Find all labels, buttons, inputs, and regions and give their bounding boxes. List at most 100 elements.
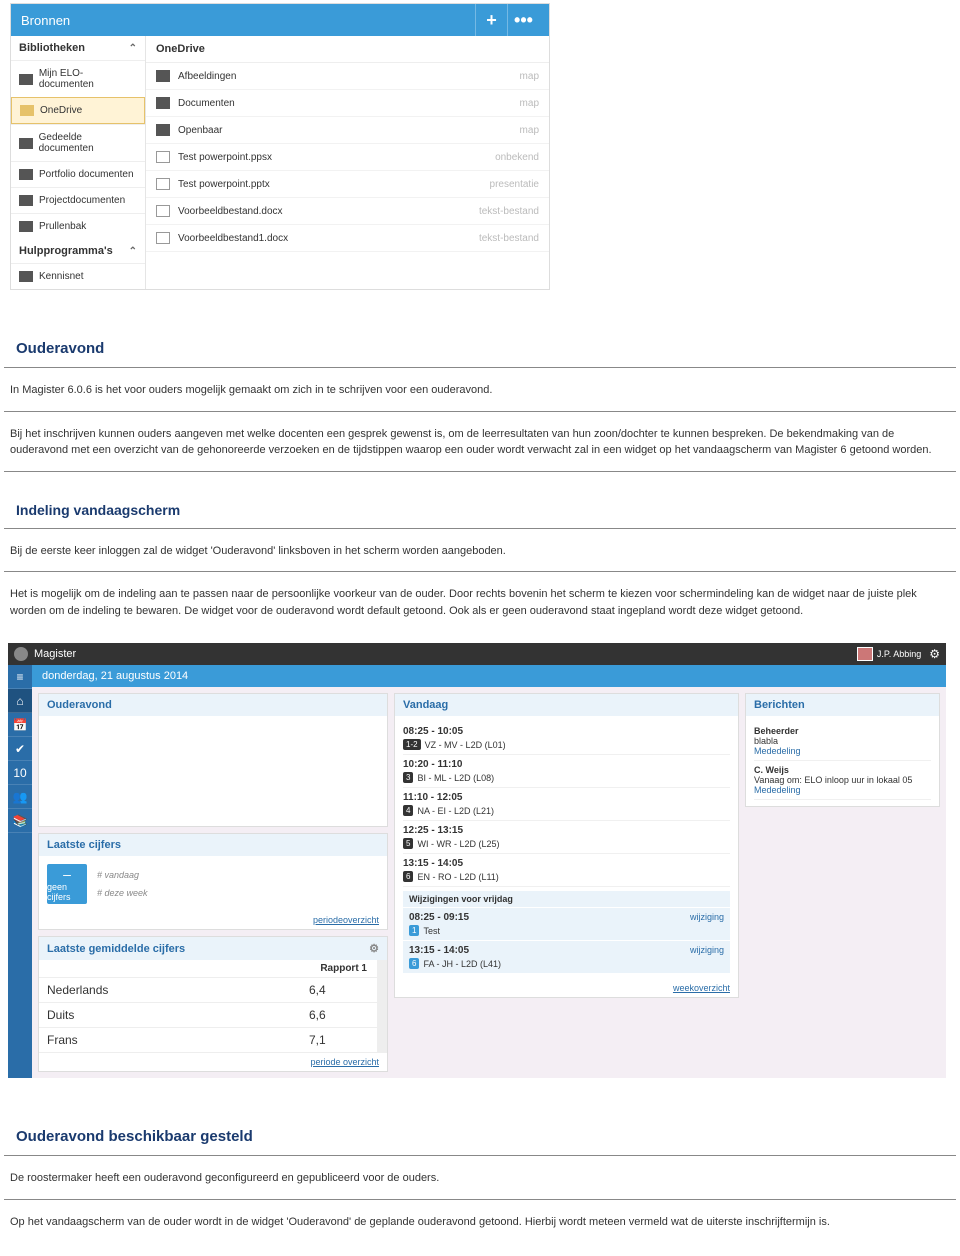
lesson-text: BI - ML - L2D (L08) <box>417 773 494 783</box>
file-icon <box>156 151 170 163</box>
content-row[interactable]: Voorbeeldbestand1.docxtekst-bestand <box>146 225 549 252</box>
wijziging-item[interactable]: 13:15 - 14:056FA - JH - L2D (L41) wijzig… <box>403 940 730 973</box>
bronnen-more-button[interactable]: ••• <box>507 4 539 36</box>
gem-column-header: Rapport 1 <box>39 960 387 978</box>
bronnen-title: Bronnen <box>21 13 475 28</box>
gem-row: Duits6,6 <box>39 1003 387 1028</box>
slot-num: 6 <box>409 958 419 969</box>
wijzigingen-header: Wijzigingen voor vrijdag <box>403 891 730 907</box>
paragraph: Bij het inschrijven kunnen ouders aangev… <box>4 412 956 472</box>
widget-berichten: Berichten Beheerder blabla Mededeling C.… <box>745 693 940 807</box>
content-row[interactable]: Test powerpoint.pptxpresentatie <box>146 171 549 198</box>
lesson-text: NA - EI - L2D (L21) <box>417 806 494 816</box>
lib-header[interactable]: Bibliotheken ⌃ <box>11 36 145 60</box>
nav-home-icon[interactable]: ⌂ <box>8 689 32 713</box>
content-name: Test powerpoint.ppsx <box>178 152 495 163</box>
gear-icon[interactable]: ⚙ <box>369 942 379 955</box>
content-name: Documenten <box>178 98 520 109</box>
content-row[interactable]: Test powerpoint.ppsxonbekend <box>146 144 549 171</box>
magister-topbar: Magister J.P. Abbing ⚙ <box>8 643 946 665</box>
cijfer-tile[interactable]: – geen cijfers <box>47 864 87 904</box>
bronnen-sidebar: Bibliotheken ⌃ Mijn ELO-documenten OneDr… <box>11 36 146 289</box>
folder-icon <box>156 70 170 82</box>
periodeoverzicht-link[interactable]: periodeoverzicht <box>313 915 379 925</box>
slot-num: 1-2 <box>403 739 421 750</box>
bericht-sub: blabla <box>754 736 931 746</box>
content-meta: map <box>520 71 539 82</box>
lesson-time: 12:25 - 13:15 <box>403 825 730 836</box>
wijziging-item[interactable]: 08:25 - 09:151Test wijziging <box>403 907 730 940</box>
lib-header-label: Bibliotheken <box>19 42 85 54</box>
weekoverzicht-link[interactable]: weekoverzicht <box>673 983 730 993</box>
lesson-time: 13:15 - 14:05 <box>409 945 501 956</box>
content-row[interactable]: Documentenmap <box>146 90 549 117</box>
nav-check-icon[interactable]: ✔ <box>8 737 32 761</box>
lesson-time: 13:15 - 14:05 <box>403 858 730 869</box>
gem-row: Nederlands6,4 <box>39 978 387 1003</box>
gem-cijfer: 6,4 <box>309 983 379 997</box>
content-row[interactable]: Afbeeldingenmap <box>146 63 549 90</box>
cijfer-dash: – <box>63 866 71 882</box>
periode-overzicht-link[interactable]: periode overzicht <box>310 1057 379 1067</box>
bericht-item[interactable]: C. Weijs Vanaag om: ELO inloop uur in lo… <box>754 761 931 800</box>
paragraph: Bij de eerste keer inloggen zal de widge… <box>4 529 956 573</box>
lib-item[interactable]: Gedeelde documenten <box>11 124 145 161</box>
paragraph: Het is mogelijk om de indeling aan te pa… <box>4 572 956 631</box>
folder-icon <box>19 221 33 232</box>
app-name: Magister <box>34 648 76 660</box>
cijfer-info: # deze week <box>97 888 148 898</box>
vandaag-item[interactable]: 10:20 - 11:103BI - ML - L2D (L08) <box>403 755 730 788</box>
widget-title: Ouderavond <box>47 699 112 711</box>
tools-item[interactable]: Kennisnet <box>11 263 145 289</box>
lesson-time: 08:25 - 09:15 <box>409 912 469 923</box>
tools-header[interactable]: Hulpprogramma's ⌃ <box>11 239 145 263</box>
lib-item[interactable]: Mijn ELO-documenten <box>11 60 145 97</box>
nav-elo-icon[interactable]: 📚 <box>8 809 32 833</box>
bericht-from: Beheerder <box>754 726 931 736</box>
slot-num: 6 <box>403 871 413 882</box>
lib-item-label: Mijn ELO-documenten <box>39 68 137 90</box>
content-meta: onbekend <box>495 152 539 163</box>
gear-icon[interactable]: ⚙ <box>929 647 940 661</box>
vandaag-item[interactable]: 12:25 - 13:155WI - WR - L2D (L25) <box>403 821 730 854</box>
bronnen-add-button[interactable]: + <box>475 4 507 36</box>
vandaag-item[interactable]: 11:10 - 12:054NA - EI - L2D (L21) <box>403 788 730 821</box>
folder-icon <box>20 105 34 116</box>
bronnen-content: OneDrive Afbeeldingenmap Documentenmap O… <box>146 36 549 289</box>
content-row[interactable]: Voorbeeldbestand.docxtekst-bestand <box>146 198 549 225</box>
vandaag-item[interactable]: 08:25 - 10:051-2VZ - MV - L2D (L01) <box>403 722 730 755</box>
chevron-up-icon: ⌃ <box>129 246 137 257</box>
lesson-text: VZ - MV - L2D (L01) <box>425 740 506 750</box>
lib-item[interactable]: Prullenbak <box>11 213 145 239</box>
content-meta: tekst-bestand <box>479 206 539 217</box>
tools-item-label: Kennisnet <box>39 271 83 282</box>
heading-indeling: Indeling vandaagscherm <box>4 492 956 529</box>
content-meta: tekst-bestand <box>479 233 539 244</box>
avatar-icon <box>857 647 873 661</box>
content-name: Openbaar <box>178 125 520 136</box>
lib-item-label: Portfolio documenten <box>39 169 134 180</box>
nav-grades-icon[interactable]: 10 <box>8 761 32 785</box>
vandaag-item[interactable]: 13:15 - 14:056EN - RO - L2D (L11) <box>403 854 730 887</box>
folder-icon <box>19 169 33 180</box>
lib-item[interactable]: Portfolio documenten <box>11 161 145 187</box>
bericht-item[interactable]: Beheerder blabla Mededeling <box>754 722 931 761</box>
content-name: Voorbeeldbestand.docx <box>178 206 479 217</box>
nav-agenda-icon[interactable]: 📅 <box>8 713 32 737</box>
widget-gemiddelde-cijfers: Laatste gemiddelde cijfers ⚙ Rapport 1 N… <box>38 936 388 1072</box>
magister-logo-icon <box>14 647 28 661</box>
lib-item[interactable]: Projectdocumenten <box>11 187 145 213</box>
user-menu[interactable]: J.P. Abbing ⚙ <box>857 647 940 661</box>
folder-icon <box>19 195 33 206</box>
lib-item-label: Projectdocumenten <box>39 195 125 206</box>
content-meta: map <box>520 98 539 109</box>
nav-group-icon[interactable]: 👥 <box>8 785 32 809</box>
widget-ouderavond: Ouderavond <box>38 693 388 827</box>
bronnen-header: Bronnen + ••• <box>11 4 549 36</box>
content-row[interactable]: Openbaarmap <box>146 117 549 144</box>
slot-num: 5 <box>403 838 413 849</box>
nav-menu-icon[interactable]: ≡ <box>8 665 32 689</box>
lib-item-selected[interactable]: OneDrive <box>11 97 145 124</box>
magister-app: Magister J.P. Abbing ⚙ ≡ ⌂ 📅 ✔ 10 👥 📚 do… <box>8 643 946 1078</box>
document-icon <box>156 205 170 217</box>
